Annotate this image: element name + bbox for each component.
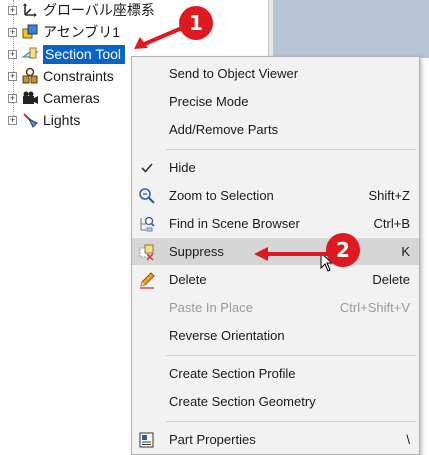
tree-item-label: アセンブリ1: [43, 24, 121, 40]
menu-item-label: Send to Object Viewer: [169, 66, 299, 81]
tree-item-label: Section Tool: [43, 44, 126, 64]
menu-item-label: Add/Remove Parts: [169, 122, 279, 137]
tree-item-assembly[interactable]: + アセンブリ1: [8, 21, 120, 43]
annotation-marker-2: 2: [326, 233, 360, 267]
checkmark-icon: [136, 157, 158, 179]
expand-icon[interactable]: +: [8, 27, 17, 37]
menu-separator: [166, 355, 416, 356]
menu-item-label: Zoom to Selection: [169, 188, 274, 203]
cameras-icon: [21, 89, 39, 107]
pencil-icon: [136, 269, 158, 291]
menu-item-shortcut: K: [401, 244, 410, 259]
menu-item-create-section-profile[interactable]: Create Section Profile: [132, 360, 419, 387]
expand-icon[interactable]: +: [8, 93, 17, 103]
expand-icon[interactable]: +: [8, 71, 17, 81]
tree-item-section-tool[interactable]: + Section Tool: [8, 43, 126, 65]
menu-item-shortcut: Delete: [372, 272, 410, 287]
constraints-icon: [21, 67, 39, 85]
menu-item-label: Paste In Place: [169, 300, 253, 315]
menu-item-part-properties[interactable]: Part Properties \: [132, 426, 419, 453]
menu-item-add-remove-parts[interactable]: Add/Remove Parts: [132, 116, 419, 143]
tree-item-label: Cameras: [43, 90, 100, 106]
3d-viewport[interactable]: [272, 0, 429, 58]
zoom-icon: [136, 185, 158, 207]
expand-icon[interactable]: +: [8, 5, 17, 15]
properties-icon: [136, 429, 158, 451]
tree-item-label: Lights: [43, 112, 81, 128]
menu-item-label: Precise Mode: [169, 94, 249, 109]
menu-item-send-to-object-viewer[interactable]: Send to Object Viewer: [132, 60, 419, 87]
menu-item-label: Suppress: [169, 244, 224, 259]
menu-item-label: Create Section Profile: [169, 366, 296, 381]
menu-item-label: Part Properties: [169, 432, 256, 447]
expand-icon[interactable]: +: [8, 49, 17, 59]
menu-item-hide[interactable]: Hide: [132, 154, 419, 181]
menu-item-paste-in-place[interactable]: Paste In Place Ctrl+Shift+V: [132, 294, 419, 321]
tree-item-lights[interactable]: + Lights: [8, 109, 80, 131]
menu-item-shortcut: \: [406, 432, 410, 447]
annotation-arrow-2: [254, 247, 334, 261]
tree-item-constraints[interactable]: + Constraints: [8, 65, 114, 87]
lights-icon: [21, 111, 39, 129]
expand-icon[interactable]: +: [8, 115, 17, 125]
menu-item-shortcut: Ctrl+Shift+V: [339, 300, 410, 315]
menu-item-label: Reverse Orientation: [169, 328, 285, 343]
assembly-icon: [21, 23, 39, 41]
menu-item-label: Find in Scene Browser: [169, 216, 300, 231]
menu-item-zoom-to-selection[interactable]: Zoom to Selection Shift+Z: [132, 182, 419, 209]
menu-item-precise-mode[interactable]: Precise Mode: [132, 88, 419, 115]
menu-item-label: Hide: [169, 160, 196, 175]
menu-item-find-in-scene-browser[interactable]: Find in Scene Browser Ctrl+B: [132, 210, 419, 237]
tree-item-label: Constraints: [43, 68, 114, 84]
find-in-browser-icon: [136, 213, 158, 235]
menu-item-label: Delete: [169, 272, 207, 287]
menu-item-shortcut: Shift+Z: [368, 188, 410, 203]
annotation-arrow-1: [134, 26, 184, 49]
menu-item-reverse-orientation[interactable]: Reverse Orientation: [132, 322, 419, 349]
tree-item-cameras[interactable]: + Cameras: [8, 87, 100, 109]
tree-item-global-coordinates[interactable]: + グローバル座標系: [8, 0, 155, 21]
menu-item-create-section-geometry[interactable]: Create Section Geometry: [132, 388, 419, 415]
suppress-icon: [136, 241, 158, 263]
section-tool-icon: [21, 45, 39, 63]
menu-separator: [166, 421, 416, 422]
annotation-marker-1: 1: [179, 6, 213, 40]
menu-item-label: Create Section Geometry: [169, 394, 316, 409]
menu-separator: [166, 149, 416, 150]
coordinate-system-icon: [21, 1, 39, 19]
tree-item-label: グローバル座標系: [43, 2, 155, 18]
menu-item-shortcut: Ctrl+B: [373, 216, 410, 231]
menu-item-delete[interactable]: Delete Delete: [132, 266, 419, 293]
